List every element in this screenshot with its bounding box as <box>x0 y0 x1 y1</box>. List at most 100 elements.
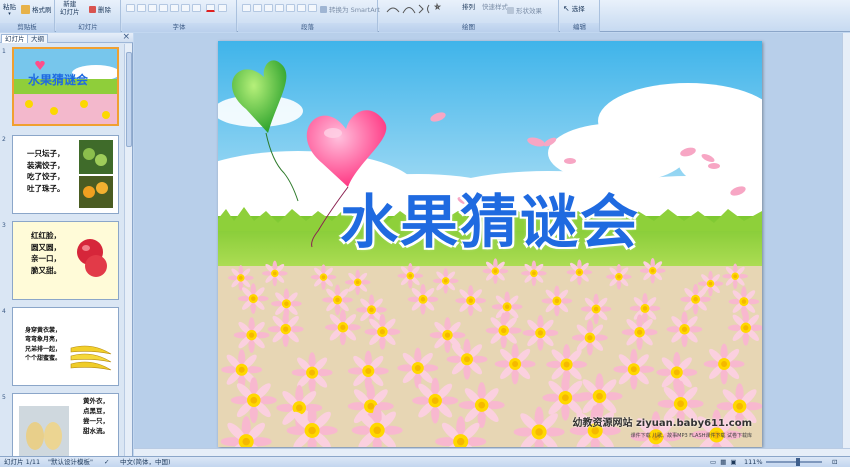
select-button[interactable]: ↖ 选择 <box>563 3 585 14</box>
slide-editing-area: 水果猜谜会 幼教资源网站 ziyuan.baby611.com 课件下载 儿歌、… <box>134 33 850 456</box>
daisy-flower <box>629 293 661 324</box>
format-painter-label: 格式刷 <box>32 6 52 14</box>
thumbnail-scrollbar[interactable] <box>124 44 132 456</box>
scrollbar-thumb[interactable] <box>126 52 132 147</box>
daisy-flower <box>397 263 424 289</box>
font-color-button[interactable] <box>206 4 215 12</box>
paragraph-group: 转换为 SmartArt 段落 <box>238 0 380 32</box>
paste-label: 粘贴 <box>3 3 16 11</box>
change-case-button[interactable] <box>192 4 201 12</box>
star-shape-icon <box>433 2 442 11</box>
daisy-flower <box>722 263 748 289</box>
thumb-number: 1 <box>2 48 6 55</box>
char-spacing-button[interactable] <box>181 4 190 12</box>
arrange-label: 排列 <box>462 3 475 11</box>
slide-horizontal-scrollbar[interactable] <box>134 448 850 456</box>
tab-outline[interactable]: 大纲 <box>27 34 48 43</box>
underline-button[interactable] <box>148 4 157 12</box>
slide-title[interactable]: 水果猜谜会 <box>218 175 762 259</box>
thumb2-text: 一只坛子， 装满饺子， 吃了饺子， 吐了珠子。 <box>27 149 65 193</box>
daisy-flower <box>412 377 459 424</box>
slide-thumbnail-4[interactable]: 身穿黄衣裳， 弯弯象月亮， 兄弟排一起， 个个甜蜜蜜。 <box>12 307 119 386</box>
justify-button[interactable] <box>275 4 284 12</box>
font-group: 字体 <box>122 0 237 32</box>
bold-button[interactable] <box>126 4 135 12</box>
shapes-gallery[interactable] <box>385 2 443 16</box>
font-dropdown-button[interactable] <box>218 4 227 12</box>
daisy-flower <box>485 312 522 349</box>
ribbon: 粘贴 ▾ 格式刷 剪贴板 新建 幻灯片 删除 幻灯片 字体 转换为 SmartA… <box>0 0 850 32</box>
strikethrough-button[interactable] <box>159 4 168 12</box>
slide-thumbnail-5[interactable]: 黄外衣， 点黑豆， 尝一只， 甜水流。 <box>12 393 119 456</box>
zoom-slider-knob[interactable] <box>796 458 800 466</box>
daisy-flower <box>576 373 623 420</box>
spellcheck-icon[interactable]: ✓ <box>104 457 109 467</box>
columns-button[interactable] <box>286 4 295 12</box>
tab-slides[interactable]: 幻灯片 <box>1 34 29 43</box>
daisy-flower <box>613 348 655 390</box>
thumb2-fruit-images <box>79 140 113 208</box>
current-slide[interactable]: 水果猜谜会 幼教资源网站 ziyuan.baby611.com 课件下载 儿歌、… <box>218 41 762 447</box>
daisy-flower <box>494 343 536 385</box>
slides-group-label: 幻灯片 <box>56 23 120 32</box>
thumbnail-list: 1 水果猜谜会 2 一只坛子， 装满饺子， 吃了饺子， 吐了珠子。 3 红红脸，… <box>0 44 124 456</box>
theme-name[interactable]: "默认设计模板" <box>48 457 93 467</box>
new-slide-label-2: 幻灯片 <box>60 8 80 16</box>
slides-pane: 幻灯片 大纲 × 1 水果猜谜会 2 一只坛子， 装满饺子， 吃了饺子， 吐了珠… <box>0 32 133 456</box>
thumb-number: 4 <box>2 308 6 315</box>
zoom-level[interactable]: 111% <box>744 457 763 467</box>
slide-thumbnail-2[interactable]: 一只坛子， 装满饺子， 吃了饺子， 吐了珠子。 <box>12 135 119 214</box>
shape-effects-label: 形状效果 <box>516 7 542 15</box>
slide-counter: 幻灯片 1/11 <box>4 458 41 466</box>
bracket-shape-icon <box>418 4 424 14</box>
daisy-flower <box>364 313 401 350</box>
quick-styles-label: 快速样式 <box>482 3 508 11</box>
format-painter-button[interactable]: 格式刷 <box>21 4 52 14</box>
text-direction-button[interactable] <box>297 4 306 12</box>
zoom-slider[interactable] <box>766 461 822 463</box>
arrange-button[interactable]: 排列 <box>462 1 475 11</box>
daisy-flower <box>228 265 254 291</box>
align-left-button[interactable] <box>242 4 251 12</box>
new-slide-label-1: 新建 <box>63 0 77 8</box>
language-indicator[interactable]: 中文(简体，中国) <box>120 457 171 467</box>
fit-window-icon[interactable]: ⊡ <box>832 457 837 467</box>
align-center-button[interactable] <box>253 4 262 12</box>
quick-styles-button[interactable]: 快速样式 <box>482 1 508 11</box>
slide-vertical-scrollbar[interactable] <box>842 33 850 448</box>
effects-icon <box>507 6 514 14</box>
smartart-label: 转换为 SmartArt <box>329 6 380 14</box>
paste-dropdown-icon[interactable]: ▾ <box>8 11 11 17</box>
clipboard-group: 粘贴 ▾ 格式刷 剪贴板 <box>0 0 55 32</box>
thumb-number: 3 <box>2 222 6 229</box>
daisy-flower <box>703 343 745 385</box>
daisy-flower <box>322 284 353 316</box>
view-buttons[interactable]: ▭ ▦ ▣ <box>710 457 738 467</box>
daisy-flower <box>491 291 523 323</box>
smartart-button[interactable]: 转换为 SmartArt <box>320 4 380 14</box>
delete-slide-button[interactable]: 删除 <box>89 4 111 14</box>
daisy-flower <box>513 406 565 447</box>
curve-shape-icon <box>386 7 400 13</box>
align-text-button[interactable] <box>308 4 317 12</box>
drawing-group-label: 绘图 <box>379 23 558 32</box>
smartart-icon <box>320 5 327 13</box>
arc-shape-icon <box>402 7 416 14</box>
daisy-flower <box>727 309 762 346</box>
daisy-flower <box>344 269 371 296</box>
paste-button[interactable]: 粘贴 ▾ <box>3 1 16 17</box>
thumb-number: 5 <box>2 394 6 401</box>
slide-thumbnail-3[interactable]: 红红脸， 圆又圆， 亲一口， 脆又甜。 <box>12 221 119 300</box>
font-group-label: 字体 <box>122 23 236 32</box>
thumb1-title: 水果猜谜会 <box>28 73 89 87</box>
shadow-button[interactable] <box>170 4 179 12</box>
close-pane-icon[interactable]: × <box>122 32 130 42</box>
drawing-group: 排列 快速样式 形状效果 绘图 <box>379 0 559 32</box>
daisy-flower <box>656 352 698 393</box>
new-slide-button[interactable]: 新建 幻灯片 <box>60 0 80 16</box>
align-right-button[interactable] <box>264 4 273 12</box>
italic-button[interactable] <box>137 4 146 12</box>
slide-thumbnail-1[interactable]: 水果猜谜会 <box>12 47 119 126</box>
thumb4-text: 身穿黄衣裳， 弯弯象月亮， 兄弟排一起， 个个甜蜜蜜。 <box>25 327 62 362</box>
shape-effects-button[interactable]: 形状效果 <box>507 5 542 15</box>
